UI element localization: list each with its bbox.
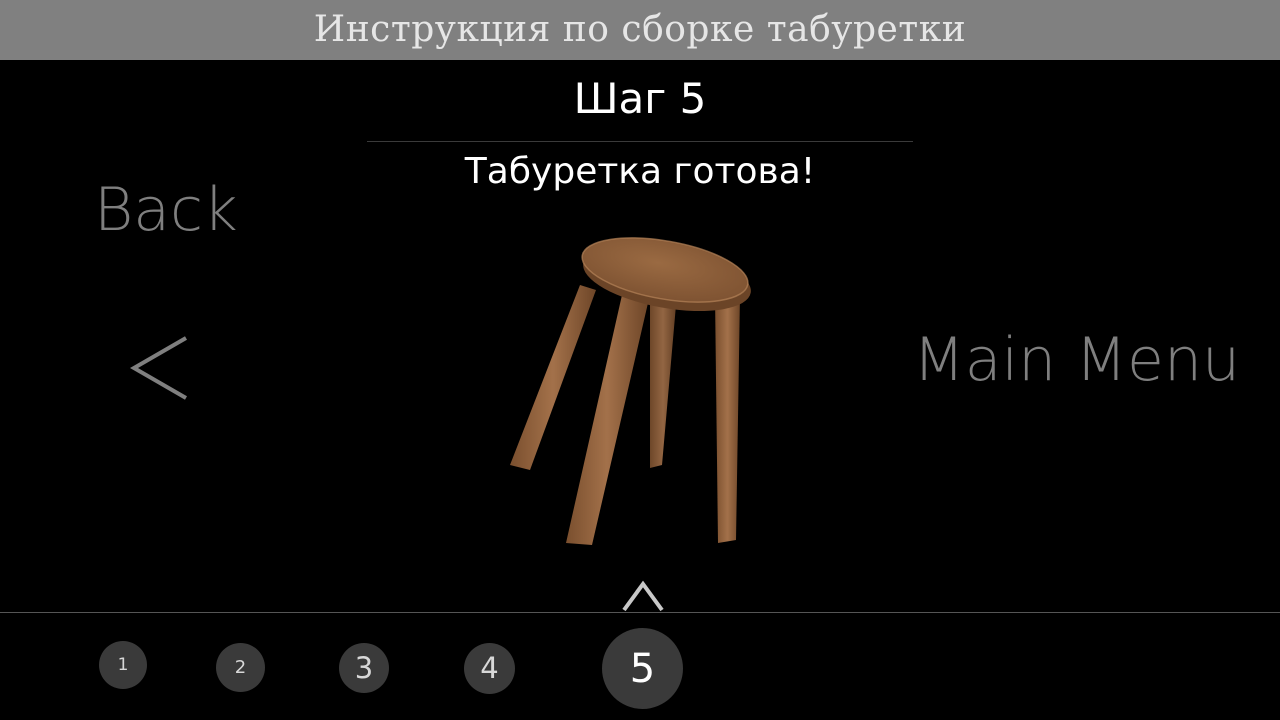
step-title: Шаг 5	[573, 74, 707, 123]
bottom-divider	[0, 612, 1280, 613]
step-button-5-current[interactable]: 5	[602, 628, 683, 709]
step-button-label: 2	[234, 656, 247, 678]
app-title: Инструкция по сборке табуретки	[313, 9, 967, 50]
step-button-2[interactable]: 2	[216, 643, 265, 692]
step-button-3[interactable]: 3	[339, 643, 389, 693]
step-button-label: 1	[117, 654, 129, 675]
step-button-label: 3	[354, 650, 374, 685]
chevron-up-icon[interactable]	[620, 580, 666, 612]
back-button[interactable]: Back	[94, 180, 238, 240]
step-button-label: 4	[480, 651, 499, 685]
step-button-4[interactable]: 4	[464, 643, 515, 694]
step-button-1[interactable]: 1	[99, 641, 147, 689]
main-menu-button[interactable]: Main Menu	[913, 330, 1240, 390]
step-divider	[367, 141, 913, 142]
stool-image	[510, 237, 751, 545]
title-bar: Инструкция по сборке табуретки	[0, 0, 1280, 60]
chevron-left-icon[interactable]	[126, 328, 196, 408]
step-button-label: 5	[629, 645, 656, 692]
